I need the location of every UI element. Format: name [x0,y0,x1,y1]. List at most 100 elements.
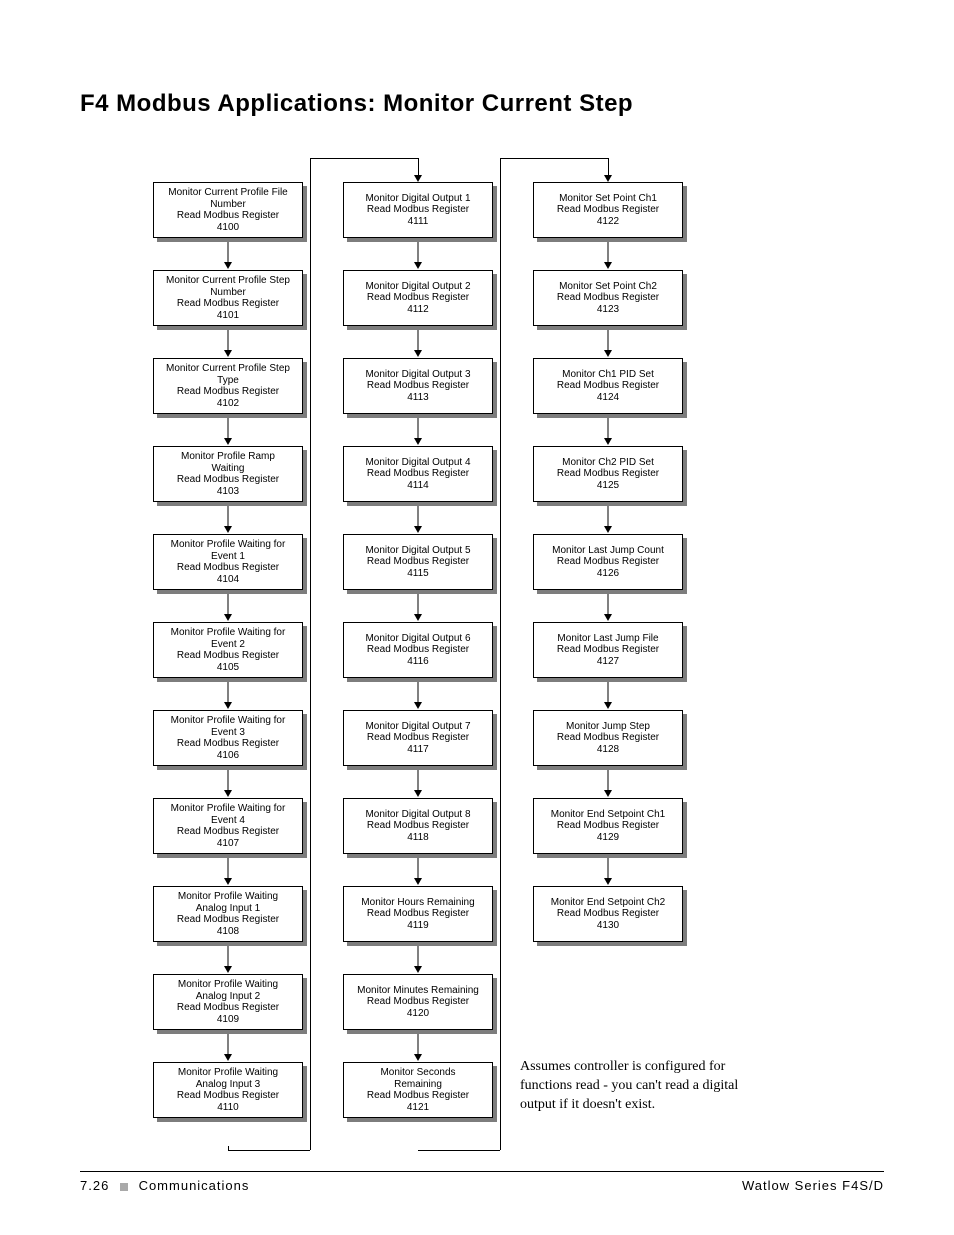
arrowhead-icon [604,175,612,182]
flow-box-line: 4108 [217,926,239,938]
connector-line [418,158,419,176]
flow-box-line: Remaining [394,1079,442,1091]
flow-box: Monitor Profile Waiting forEvent 4Read M… [153,798,303,854]
flow-box-line: Monitor Profile Waiting for [171,803,286,815]
arrowhead-icon [414,262,422,269]
flow-box-line: 4119 [407,920,429,932]
page-footer: 7.26 Communications Watlow Series F4S/D [80,1171,884,1193]
flow-box-line: 4121 [407,1102,429,1114]
flow-box-line: Read Modbus Register [367,204,469,216]
flow-box-line: 4101 [217,310,239,322]
flow-box: Monitor End Setpoint Ch2Read Modbus Regi… [533,886,683,942]
connector-line [418,1150,500,1151]
flow-box: Monitor Digital Output 1Read Modbus Regi… [343,182,493,238]
flow-box-line: Read Modbus Register [177,738,279,750]
arrowhead-icon [224,1054,232,1061]
arrowhead-icon [224,614,232,621]
flow-box-line: 4128 [597,744,619,756]
flow-box: Monitor Profile RampWaitingRead Modbus R… [153,446,303,502]
flow-column-2: Monitor Digital Output 1Read Modbus Regi… [330,182,506,1150]
flow-box-line: Monitor Profile Waiting [178,979,278,991]
flow-box-line: Read Modbus Register [367,292,469,304]
flow-box-line: 4130 [597,920,619,932]
flow-box-line: Read Modbus Register [177,474,279,486]
arrowhead-icon [414,175,422,182]
flow-box-line: Read Modbus Register [367,468,469,480]
arrowhead-icon [224,878,232,885]
flow-box-line: 4116 [407,656,429,668]
arrowhead-icon [414,350,422,357]
flow-box-line: Monitor Minutes Remaining [357,985,479,997]
flow-box-line: 4107 [217,838,239,850]
arrowhead-icon [414,790,422,797]
flow-box-line: Monitor Digital Output 4 [365,457,470,469]
arrowhead-icon [224,350,232,357]
flow-box-line: 4104 [217,574,239,586]
flow-box-line: Number [210,287,246,299]
flow-box-line: Read Modbus Register [177,298,279,310]
flow-box-line: Number [210,199,246,211]
arrowhead-icon [224,702,232,709]
flow-box: Monitor Profile WaitingAnalog Input 1Rea… [153,886,303,942]
flow-box: Monitor Current Profile FileNumberRead M… [153,182,303,238]
flow-box: Monitor Profile WaitingAnalog Input 2Rea… [153,974,303,1030]
arrowhead-icon [604,438,612,445]
flow-box: Monitor Digital Output 8Read Modbus Regi… [343,798,493,854]
flow-box-line: Read Modbus Register [177,826,279,838]
arrowhead-icon [224,438,232,445]
flow-box: Monitor Minutes RemainingRead Modbus Reg… [343,974,493,1030]
flow-box-line: 4103 [217,486,239,498]
arrowhead-icon [604,790,612,797]
flow-box-line: Waiting [212,463,245,475]
flow-box-line: Read Modbus Register [177,914,279,926]
flow-box-line: 4110 [217,1102,239,1114]
flow-box-line: Monitor Profile Ramp [181,451,275,463]
flow-box-line: 4102 [217,398,239,410]
flow-box-line: Read Modbus Register [177,562,279,574]
flow-box: Monitor Last Jump CountRead Modbus Regis… [533,534,683,590]
flow-box-line: Monitor Jump Step [566,721,650,733]
flow-box: Monitor Set Point Ch2Read Modbus Registe… [533,270,683,326]
arrowhead-icon [224,262,232,269]
flow-box-line: Read Modbus Register [557,380,659,392]
flow-box: Monitor End Setpoint Ch1Read Modbus Regi… [533,798,683,854]
flow-box-line: Analog Input 3 [196,1079,261,1091]
connector-line [500,158,501,1150]
connector-line [608,158,609,176]
flow-box: Monitor Current Profile StepNumberRead M… [153,270,303,326]
arrowhead-icon [414,614,422,621]
flow-box: Monitor Hours RemainingRead Modbus Regis… [343,886,493,942]
arrowhead-icon [224,526,232,533]
arrowhead-icon [414,438,422,445]
arrowhead-icon [604,614,612,621]
arrowhead-icon [414,966,422,973]
flow-box-line: 4109 [217,1014,239,1026]
flow-box: Monitor Ch2 PID SetRead Modbus Register4… [533,446,683,502]
flow-box-line: 4129 [597,832,619,844]
flow-box-line: Read Modbus Register [367,644,469,656]
flow-box-line: 4113 [407,392,429,404]
flow-box-line: 4115 [407,568,429,580]
flow-box: Monitor Digital Output 7Read Modbus Regi… [343,710,493,766]
flow-box-line: Read Modbus Register [367,908,469,920]
arrowhead-icon [604,262,612,269]
arrowhead-icon [604,526,612,533]
flow-box-line: Read Modbus Register [557,468,659,480]
flow-box-line: Monitor Current Profile File [168,187,287,199]
flow-box-line: Read Modbus Register [177,650,279,662]
flow-box-line: Monitor Profile Waiting for [171,715,286,727]
flow-box: Monitor Profile Waiting forEvent 3Read M… [153,710,303,766]
flow-box-line: Read Modbus Register [177,386,279,398]
flow-box-line: Read Modbus Register [177,1090,279,1102]
flow-box-line: Monitor Digital Output 3 [365,369,470,381]
connector-line [228,1146,229,1151]
connector-line [310,158,418,159]
flow-box-line: Monitor Digital Output 7 [365,721,470,733]
flow-box-line: Read Modbus Register [557,908,659,920]
flow-box-line: Read Modbus Register [557,556,659,568]
connector-line [500,158,608,159]
flow-box-line: 4111 [408,216,429,228]
flow-box-line: Monitor Digital Output 6 [365,633,470,645]
arrowhead-icon [604,702,612,709]
flow-box-line: Read Modbus Register [177,210,279,222]
